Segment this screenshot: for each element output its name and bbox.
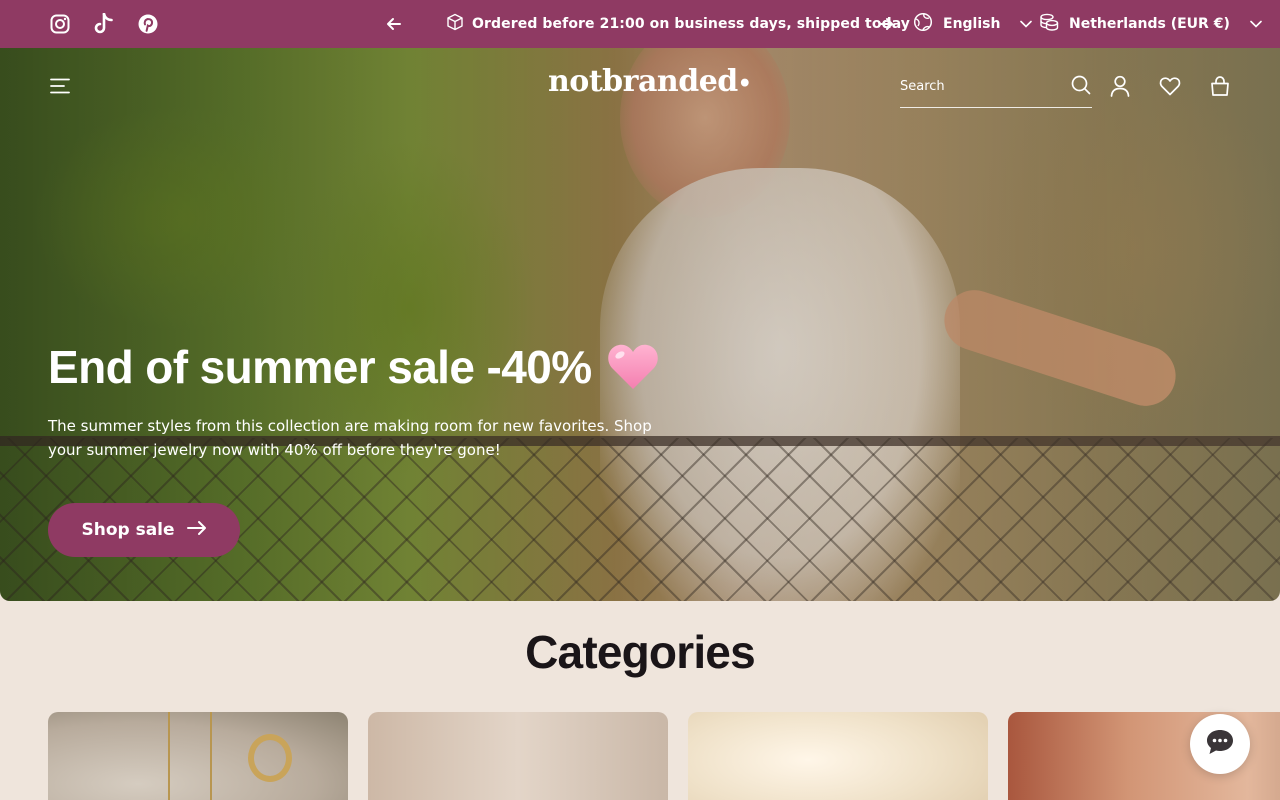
social-links [48,12,160,36]
language-selector[interactable]: English [913,0,1033,48]
country-label: Netherlands (EUR €) [1069,16,1230,32]
logo-text: notbranded [548,64,738,99]
cart-bag-icon[interactable] [1209,75,1231,97]
search-bar [900,68,1092,108]
announcement-prev-arrow-icon[interactable] [384,14,404,34]
announcement-bar: Ordered before 21:00 on business days, s… [0,0,1280,48]
hero-title-text: End of summer sale -40% [48,341,592,393]
logo-dot: • [737,71,752,97]
package-icon [446,13,464,35]
menu-icon[interactable] [50,78,70,94]
language-label: English [943,16,1001,32]
pinterest-icon[interactable] [136,12,160,36]
country-currency-selector[interactable]: Netherlands (EUR €) [1039,0,1262,48]
gold-ring-image [248,734,292,782]
announcement-next-arrow-icon[interactable] [876,14,896,34]
pink-heart-icon [606,342,660,392]
shop-sale-label: Shop sale [81,520,175,540]
shop-sale-button[interactable]: Shop sale [48,503,240,557]
tiktok-icon[interactable] [92,12,116,36]
search-icon[interactable] [1071,75,1091,95]
categories-grid [48,712,1280,800]
necklace-chain-image [210,712,212,800]
instagram-icon[interactable] [48,12,72,36]
hero-banner: notbranded• End of summer sale -40% The … [0,48,1280,601]
site-logo[interactable]: notbranded• [548,64,752,99]
search-input[interactable] [900,76,1060,96]
chevron-down-icon [1250,16,1262,32]
coins-icon [1039,12,1059,36]
category-card-1[interactable] [48,712,348,800]
chat-bubble-icon [1205,728,1235,760]
chat-button[interactable] [1190,714,1250,774]
arrow-right-icon [186,520,207,541]
category-card-3[interactable] [688,712,988,800]
categories-heading: Categories [525,626,756,678]
wishlist-heart-icon[interactable] [1159,75,1181,97]
necklace-chain-image [168,712,170,800]
announcement-text: Ordered before 21:00 on business days, s… [472,16,911,32]
hero-title: End of summer sale -40% [48,340,660,394]
hero-description: The summer styles from this collection a… [48,417,652,459]
account-icon[interactable] [1109,75,1131,97]
announcement-message: Ordered before 21:00 on business days, s… [446,0,910,48]
category-card-2[interactable] [368,712,668,800]
chevron-down-icon [1020,16,1033,32]
globe-icon [913,12,933,36]
